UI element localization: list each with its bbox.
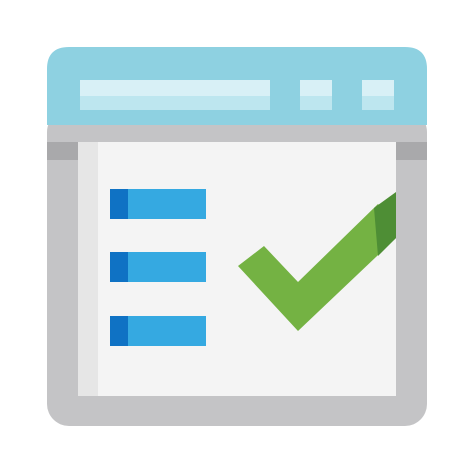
list-item-1 — [110, 189, 206, 219]
list-item-bar — [128, 252, 206, 282]
title-bar-text-placeholder-accent — [80, 96, 270, 110]
content-left-strip — [78, 142, 98, 396]
icon-canvas — [0, 0, 474, 474]
list-item-3 — [110, 316, 206, 346]
list-item-2 — [110, 252, 206, 282]
checklist-window-icon — [47, 47, 427, 426]
window-button-1-accent — [300, 96, 332, 110]
window-button-2-accent — [362, 96, 394, 110]
list-item-bar — [128, 189, 206, 219]
list-item-bar — [128, 316, 206, 346]
